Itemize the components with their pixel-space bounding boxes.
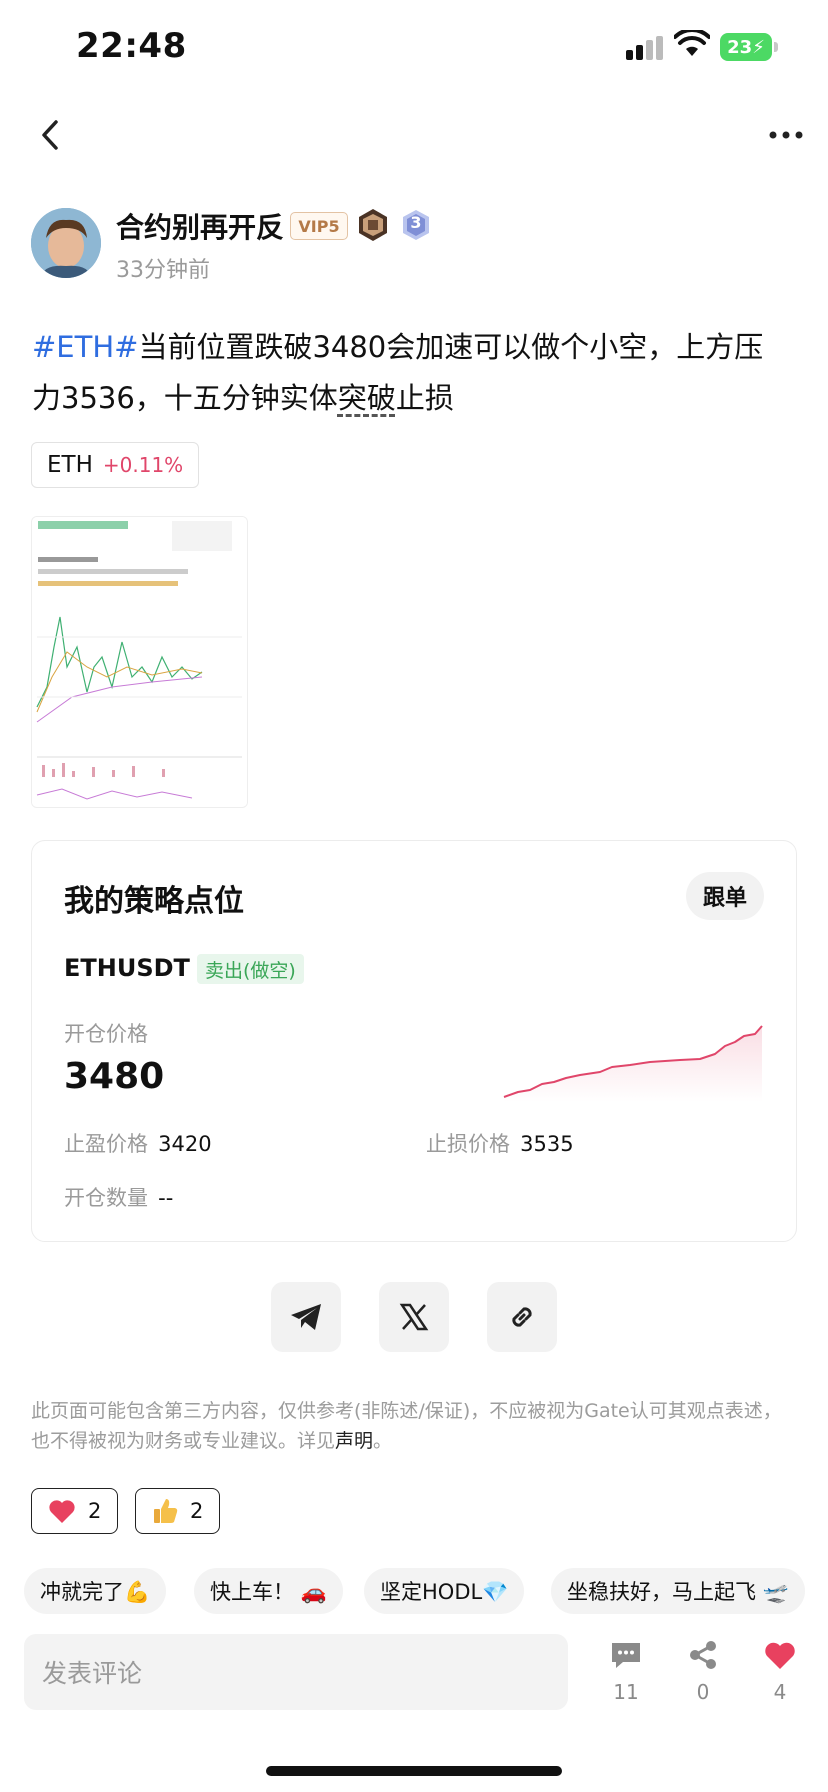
like-button[interactable]: 4 bbox=[750, 1640, 810, 1704]
heart-icon bbox=[765, 1642, 795, 1669]
chart-screenshot-image[interactable] bbox=[31, 516, 248, 808]
thumbs-up-reaction-button[interactable]: 2 bbox=[135, 1488, 221, 1534]
share-x-button[interactable] bbox=[379, 1282, 449, 1352]
coin-chip[interactable]: ETH +0.11% bbox=[31, 442, 200, 488]
medal-icon bbox=[359, 209, 387, 241]
post-text-end: 止损 bbox=[395, 381, 454, 415]
battery-level: 23 bbox=[727, 36, 753, 58]
quick-comment-chip[interactable]: 冲就完了💪 bbox=[24, 1568, 167, 1614]
like-count: 4 bbox=[773, 1680, 787, 1704]
avatar[interactable] bbox=[31, 208, 101, 278]
copy-link-button[interactable] bbox=[487, 1282, 557, 1352]
more-icon[interactable] bbox=[768, 124, 804, 146]
share-telegram-button[interactable] bbox=[271, 1282, 341, 1352]
disclaimer-end: 。 bbox=[373, 1430, 393, 1452]
coin-change: +0.11% bbox=[102, 453, 184, 477]
price-sparkline bbox=[503, 1025, 763, 1102]
post-text-underlined[interactable]: 突破 bbox=[338, 381, 396, 415]
home-indicator bbox=[266, 1766, 562, 1776]
comment-icon bbox=[612, 1643, 640, 1668]
share-count: 0 bbox=[696, 1680, 710, 1704]
disclaimer-text: 此页面可能包含第三方内容，仅供参考(非陈述/保证)，不应被视为Gate认可其观点… bbox=[31, 1400, 782, 1452]
post-time: 33分钟前 bbox=[116, 258, 210, 283]
open-quantity-value: -- bbox=[158, 1186, 174, 1210]
link-icon bbox=[512, 1307, 532, 1327]
x-logo-icon bbox=[399, 1303, 429, 1331]
take-profit-label: 止盈价格 bbox=[64, 1132, 148, 1156]
battery-cap bbox=[774, 42, 778, 52]
thumbs-up-icon bbox=[154, 1499, 178, 1523]
comment-count: 11 bbox=[613, 1680, 639, 1704]
level-badge: 3 bbox=[400, 209, 432, 241]
status-time: 22:48 bbox=[76, 26, 187, 66]
quick-comment-chip[interactable]: 坐稳扶好，马上起飞 🛫 bbox=[551, 1568, 805, 1614]
share-button[interactable]: 0 bbox=[673, 1640, 733, 1704]
disclaimer-link[interactable]: 声明 bbox=[335, 1430, 373, 1452]
vip-badge: VIP5 bbox=[290, 212, 348, 240]
share-icon bbox=[690, 1641, 716, 1669]
stop-loss-label: 止损价格 bbox=[426, 1132, 510, 1156]
copy-trade-button[interactable]: 跟单 bbox=[686, 872, 764, 920]
trading-pair: ETHUSDT bbox=[64, 954, 190, 982]
disclaimer: 此页面可能包含第三方内容，仅供参考(非陈述/保证)，不应被视为Gate认可其观点… bbox=[31, 1396, 797, 1456]
heart-icon bbox=[49, 1500, 75, 1523]
comments-button[interactable]: 11 bbox=[596, 1640, 656, 1704]
take-profit: 止盈价格 3420 bbox=[64, 1128, 212, 1158]
hashtag-link[interactable]: #ETH# bbox=[32, 330, 138, 364]
battery-icon: 23 ⚡ bbox=[720, 33, 772, 61]
stop-loss: 止损价格 3535 bbox=[426, 1128, 574, 1158]
author-name[interactable]: 合约别再开反 bbox=[116, 206, 284, 246]
open-price-value: 3480 bbox=[64, 1056, 165, 1097]
trade-side-badge: 卖出(做空) bbox=[197, 954, 304, 984]
strategy-title: 我的策略点位 bbox=[64, 884, 244, 919]
open-quantity: 开仓数量 -- bbox=[64, 1182, 173, 1212]
heart-reaction-count: 2 bbox=[88, 1499, 102, 1523]
wifi-icon bbox=[674, 30, 710, 56]
open-price-label: 开仓价格 bbox=[64, 1022, 148, 1046]
thumbs-up-reaction-count: 2 bbox=[190, 1499, 204, 1523]
cellular-signal-icon bbox=[626, 36, 666, 60]
take-profit-value: 3420 bbox=[158, 1132, 212, 1156]
telegram-icon bbox=[291, 1304, 321, 1330]
coin-symbol: ETH bbox=[47, 452, 93, 478]
comment-input[interactable]: 发表评论 bbox=[24, 1634, 568, 1710]
quick-comment-chip[interactable]: 快上车！ 🚗 bbox=[194, 1568, 343, 1614]
stop-loss-value: 3535 bbox=[520, 1132, 574, 1156]
heart-reaction-button[interactable]: 2 bbox=[31, 1488, 119, 1534]
level-number: 3 bbox=[410, 213, 422, 232]
open-quantity-label: 开仓数量 bbox=[64, 1186, 148, 1210]
back-icon[interactable] bbox=[36, 118, 64, 152]
quick-comment-chip[interactable]: 坚定HODL💎 bbox=[364, 1568, 525, 1614]
post-content: #ETH#当前位置跌破3480会加速可以做个小空，上方压力3536，十五分钟实体… bbox=[32, 322, 792, 424]
